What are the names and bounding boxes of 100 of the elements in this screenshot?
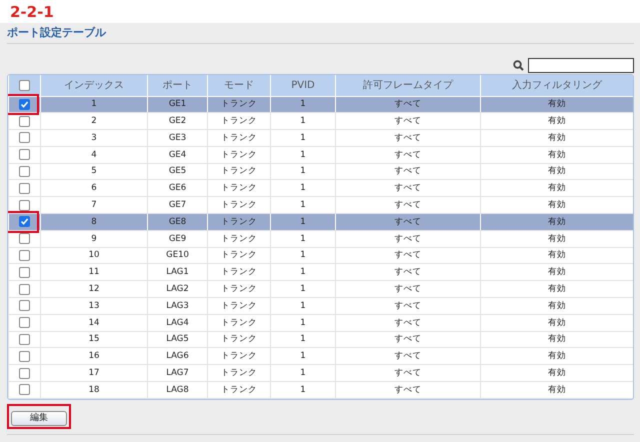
table-cell: 1 (270, 130, 336, 146)
table-cell: 17 (40, 364, 148, 382)
search-field[interactable] (528, 58, 634, 72)
table-cell: LAG4 (148, 314, 208, 332)
table-cell: 有効 (480, 214, 633, 230)
table-cell: 1 (40, 96, 148, 113)
table-cell: トランク (208, 331, 270, 348)
table-cell: GE6 (148, 180, 208, 197)
table-cell: GE10 (148, 247, 208, 264)
table-cell: LAG1 (148, 264, 208, 281)
checkbox[interactable] (19, 334, 30, 346)
table-cell: トランク (208, 364, 270, 382)
search-icon (513, 60, 524, 70)
checkbox[interactable] (19, 266, 30, 278)
table-cell: 2 (40, 112, 148, 130)
table-cell: GE3 (148, 130, 208, 146)
table-cell: すべて (336, 112, 480, 130)
table-cell: 18 (40, 382, 148, 398)
table-cell: すべて (336, 280, 480, 298)
table-cell: すべて (336, 230, 480, 248)
checkbox[interactable] (19, 317, 30, 328)
checkbox[interactable] (19, 350, 30, 362)
column-header: 入力フィルタリング (480, 75, 633, 96)
table-cell: すべて (336, 163, 480, 180)
table-cell: トランク (208, 348, 270, 365)
table-cell: すべて (336, 146, 480, 164)
table-cell: すべて (336, 264, 480, 281)
table-cell: 1 (270, 247, 336, 264)
table-cell: 9 (40, 230, 148, 248)
table-cell: 有効 (480, 180, 633, 197)
checkbox[interactable] (19, 284, 30, 295)
table-cell: トランク (208, 130, 270, 146)
checkbox[interactable] (19, 216, 30, 228)
table-cell: 有効 (480, 163, 633, 180)
table-cell: トランク (208, 214, 270, 230)
table-cell: 13 (40, 298, 148, 314)
table-cell: トランク (208, 180, 270, 197)
table-cell: 14 (40, 314, 148, 332)
table-cell: GE2 (148, 112, 208, 130)
table-cell: すべて (336, 180, 480, 197)
table-cell: 11 (40, 264, 148, 281)
checkbox[interactable] (19, 384, 30, 396)
table-cell: LAG8 (148, 382, 208, 398)
table-cell: LAG3 (148, 298, 208, 314)
table-cell: 1 (270, 364, 336, 382)
table-cell: 有効 (480, 382, 633, 398)
table-cell: 1 (270, 163, 336, 180)
checkbox[interactable] (19, 80, 30, 91)
column-header: インデックス (40, 75, 148, 96)
table-cell: 有効 (480, 96, 633, 113)
table-cell: トランク (208, 298, 270, 314)
table-cell: すべて (336, 214, 480, 230)
table-cell: トランク (208, 96, 270, 113)
table-cell: GE9 (148, 230, 208, 248)
table-cell: LAG6 (148, 348, 208, 365)
table-cell: すべて (336, 130, 480, 146)
table-cell: 1 (270, 230, 336, 248)
table-cell: すべて (336, 247, 480, 264)
table-cell: 6 (40, 180, 148, 197)
table-cell: GE4 (148, 146, 208, 164)
table-cell: すべて (336, 382, 480, 398)
table-cell: 1 (270, 382, 336, 398)
edit-button[interactable]: 編集 (11, 410, 67, 426)
table-cell: 1 (270, 280, 336, 298)
checkbox[interactable] (19, 166, 30, 178)
table-cell: GE8 (148, 214, 208, 230)
table-cell: 有効 (480, 348, 633, 365)
checkbox[interactable] (19, 200, 30, 211)
page-title: ポート設定テーブル (7, 23, 634, 44)
table-cell: GE5 (148, 163, 208, 180)
checkbox[interactable] (19, 233, 30, 244)
table-cell: 有効 (480, 298, 633, 314)
table-cell: 16 (40, 348, 148, 365)
table-cell: 有効 (480, 280, 633, 298)
table-cell: 有効 (480, 331, 633, 348)
table-cell: 1 (270, 96, 336, 113)
column-header: モード (208, 75, 270, 96)
table-cell: 有効 (480, 247, 633, 264)
checkbox[interactable] (19, 182, 30, 194)
column-header: PVID (270, 75, 336, 96)
table-cell: トランク (208, 264, 270, 281)
table-cell: GE1 (148, 96, 208, 113)
table-cell: トランク (208, 146, 270, 164)
checkbox[interactable] (19, 98, 30, 110)
column-header: ポート (148, 75, 208, 96)
table-cell: 3 (40, 130, 148, 146)
checkbox[interactable] (19, 250, 30, 262)
checkbox[interactable] (19, 149, 30, 160)
checkbox[interactable] (19, 368, 30, 379)
table-cell: すべて (336, 96, 480, 113)
table-cell: 有効 (480, 112, 633, 130)
table-cell: トランク (208, 163, 270, 180)
table-cell: トランク (208, 112, 270, 130)
table-cell: LAG7 (148, 364, 208, 382)
table-cell: 15 (40, 331, 148, 348)
table-cell: 1 (270, 146, 336, 164)
checkbox[interactable] (19, 300, 30, 312)
checkbox[interactable] (19, 132, 30, 144)
table-cell: すべて (336, 348, 480, 365)
checkbox[interactable] (19, 116, 30, 127)
